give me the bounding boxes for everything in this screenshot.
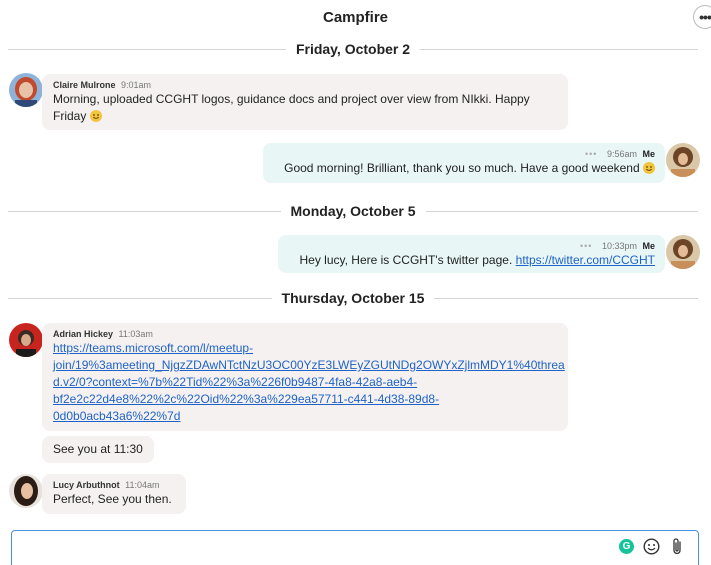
divider [420, 48, 699, 50]
date-label: Friday, October 2 [295, 41, 411, 57]
emoji-icon [643, 162, 655, 174]
date-separator: Monday, October 5 [8, 202, 699, 220]
message-author: Me [642, 149, 655, 159]
smiley-icon[interactable] [642, 537, 660, 555]
message-text-continued: Friday [53, 109, 87, 123]
message-author[interactable]: Lucy Arbuthnot [53, 480, 120, 490]
header: Campfire ••• [0, 0, 711, 34]
avatar-adrian-hickey[interactable] [9, 323, 43, 357]
message-bubble: See you at 11:30 [42, 436, 154, 463]
more-icon: ••• [699, 9, 711, 25]
page-title: Campfire [322, 9, 389, 26]
emoji-icon [89, 110, 102, 122]
grammarly-icon[interactable]: G [619, 538, 634, 554]
message-text: Perfect, See you then. [53, 492, 172, 506]
more-options-button[interactable]: ••• [693, 5, 711, 29]
message-actions-icon[interactable]: ••• [585, 149, 597, 159]
message-text: See you at 11:30 [53, 442, 143, 456]
message-time: 9:56am [606, 149, 637, 159]
composer-toolbar: G [619, 537, 686, 555]
message-author: Me [642, 241, 655, 251]
avatar-me[interactable] [666, 143, 700, 177]
message-actions-icon[interactable]: ••• [580, 241, 592, 251]
paperclip-icon[interactable] [668, 537, 686, 555]
teams-meeting-link[interactable]: https://teams.microsoft.com/l/meetup- jo… [53, 341, 565, 423]
message-bubble: Lucy Arbuthnot 11:04am Perfect, See you … [42, 474, 186, 514]
message-time: 10:33pm [601, 241, 637, 251]
twitter-link[interactable]: https://twitter.com/CCGHT [516, 253, 655, 267]
divider [8, 210, 281, 212]
link-line: 0d0b0acb43a6%22%7d [53, 409, 181, 423]
message-text: Hey lucy, Here is CCGHT's twitter page. [299, 253, 513, 267]
message-bubble-own: ••• 9:56am Me Good morning! Brilliant, t… [263, 143, 665, 183]
divider [434, 297, 698, 299]
message-time: 11:03am [118, 329, 153, 339]
link-line: d.v2/0?context=%7b%22Tid%22%3a%226f0b948… [53, 375, 418, 389]
message-bubble: Adrian Hickey 11:03am https://teams.micr… [42, 323, 568, 431]
link-line: join/19%3ameeting_NjgzZDAwNTctNzU3OC00Yz… [53, 358, 565, 372]
avatar-claire-mulrone[interactable] [9, 73, 43, 107]
message-time: 9:01am [121, 80, 152, 90]
date-label: Thursday, October 15 [281, 290, 425, 306]
divider [8, 297, 272, 299]
message-author[interactable]: Adrian Hickey [53, 329, 113, 339]
date-separator: Thursday, October 15 [8, 289, 698, 307]
message-bubble-own: ••• 10:33pm Me Hey lucy, Here is CCGHT's… [278, 235, 665, 273]
avatar-me[interactable] [666, 235, 700, 269]
avatar-lucy-arbuthnot[interactable] [9, 474, 43, 508]
date-label: Monday, October 5 [290, 203, 416, 219]
link-line: https://teams.microsoft.com/l/meetup- [53, 341, 254, 355]
message-author[interactable]: Claire Mulrone [53, 80, 116, 90]
message-composer-input[interactable]: G [11, 530, 699, 565]
divider [8, 48, 286, 50]
date-separator: Friday, October 2 [8, 40, 699, 58]
message-text: Morning, uploaded CCGHT logos, guidance … [53, 92, 530, 106]
message-text: Good morning! Brilliant, thank you so mu… [284, 161, 640, 175]
message-time: 11:04am [125, 480, 160, 490]
message-bubble: Claire Mulrone 9:01am Morning, uploaded … [42, 74, 568, 130]
link-line: bf2e2c22d4e8%22%2c%22Oid%22%3a%229ea5771… [53, 392, 440, 406]
divider [425, 210, 699, 212]
